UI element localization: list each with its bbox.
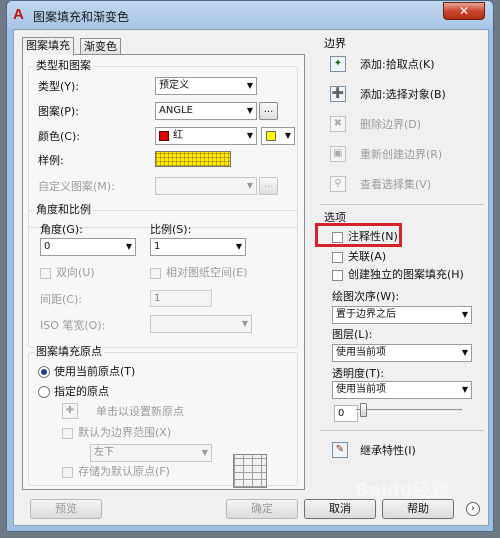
transparency-slider-track[interactable]	[356, 409, 462, 412]
add-select-objects-label[interactable]: 添加:选择对象(B)	[360, 88, 446, 102]
highlight-annotation-box	[315, 223, 402, 247]
relative-paper-space-checkbox[interactable]	[150, 268, 161, 279]
iso-pen-width-label: ISO 笔宽(O):	[40, 319, 106, 332]
transparency-slider-thumb[interactable]	[360, 403, 367, 417]
tab-hatch[interactable]: 图案填充	[22, 37, 74, 55]
separate-hatches-checkbox[interactable]	[332, 270, 343, 281]
recreate-boundary-label[interactable]: 重新创建边界(R)	[360, 148, 442, 162]
transparency-select[interactable]: 使用当前项 ▼	[332, 381, 472, 399]
transparency-label: 透明度(T):	[332, 367, 385, 380]
use-current-origin-label: 使用当前原点(T)	[54, 365, 136, 378]
transparency-value-input[interactable]: 0	[334, 405, 358, 422]
hatch-color-select[interactable]: 红 ▼	[155, 127, 257, 145]
default-extent-label: 默认为边界范围(X)	[78, 426, 172, 439]
spacing-label: 间距(C):	[40, 293, 82, 306]
background-color-select[interactable]: ▼	[261, 127, 295, 145]
view-selection-icon[interactable]: ⚲	[330, 176, 346, 192]
add-pick-points-label[interactable]: 添加:拾取点(K)	[360, 58, 435, 72]
view-selection-label[interactable]: 查看选择集(V)	[360, 178, 431, 192]
chevron-down-icon: ▼	[461, 310, 468, 319]
store-default-origin-label: 存储为默认原点(F)	[78, 465, 170, 478]
divider	[320, 430, 484, 431]
chevron-down-icon: ▼	[125, 242, 132, 251]
yellow-swatch	[266, 131, 276, 141]
autocad-logo-icon: A	[13, 6, 24, 23]
type-label: 类型(Y):	[38, 80, 80, 93]
click-set-origin-label: 单击以设置新原点	[96, 405, 184, 418]
chevron-down-icon: ▼	[246, 131, 253, 140]
specified-origin-radio[interactable]	[38, 386, 50, 398]
window-title: 图案填充和渐变色	[33, 10, 130, 24]
scale-label: 比例(S):	[150, 223, 192, 236]
preview-button[interactable]: 预览	[30, 499, 102, 519]
associative-checkbox[interactable]	[332, 252, 343, 263]
relative-paper-space-label: 相对图纸空间(E)	[166, 266, 248, 279]
scale-select[interactable]: 1 ▼	[150, 238, 246, 256]
remove-boundaries-label[interactable]: 删除边界(D)	[360, 118, 421, 132]
help-button[interactable]: 帮助	[382, 499, 454, 519]
pick-points-icon[interactable]: ✦	[330, 56, 346, 72]
ok-button[interactable]: 确定	[226, 499, 298, 519]
spacing-input[interactable]: 1	[150, 290, 212, 307]
inherit-properties-label[interactable]: 继承特性(I)	[360, 444, 416, 458]
title-bar[interactable]: A 图案填充和渐变色 ✕	[7, 1, 493, 29]
pattern-select[interactable]: ANGLE ▼	[155, 102, 257, 120]
chevron-down-icon: ▼	[201, 448, 208, 457]
remove-boundaries-icon[interactable]: ✖	[330, 116, 346, 132]
draw-order-select[interactable]: 置于边界之后 ▼	[332, 306, 472, 324]
specified-origin-label: 指定的原点	[54, 385, 109, 398]
default-extent-checkbox[interactable]	[62, 428, 73, 439]
color-label: 颜色(C):	[38, 130, 80, 143]
chevron-down-icon: ▼	[241, 319, 248, 328]
origin-preview-image	[233, 454, 267, 488]
chevron-down-icon: ▼	[246, 81, 253, 90]
select-objects-icon[interactable]: ➕	[330, 86, 346, 102]
layer-select[interactable]: 使用当前项 ▼	[332, 344, 472, 362]
custom-pattern-label: 自定义图案(M):	[38, 180, 115, 193]
type-select[interactable]: 预定义 ▼	[155, 77, 257, 95]
boundaries-group-title: 边界	[324, 37, 346, 50]
custom-pattern-browse-button[interactable]: ...	[259, 177, 278, 195]
associative-label: 关联(A)	[348, 250, 387, 263]
double-label: 双向(U)	[56, 266, 95, 279]
chevron-down-icon: ▼	[461, 348, 468, 357]
pattern-label: 图案(P):	[38, 105, 79, 118]
watermark-text: Baidu经验	[355, 480, 449, 501]
dialog-client-area: 图案填充 渐变色 类型和图案 类型(Y): 预定义 ▼ 图案(P): ANGLE ▼…	[13, 29, 489, 526]
iso-pen-width-select[interactable]: ▼	[150, 315, 252, 333]
red-swatch	[159, 131, 169, 141]
pattern-browse-button[interactable]: ...	[259, 102, 278, 120]
expand-arrow-icon[interactable]: ›	[466, 502, 480, 516]
double-checkbox[interactable]	[40, 268, 51, 279]
angle-scale-group-title: 角度和比例	[34, 203, 93, 216]
dialog-window: A 图案填充和渐变色 ✕ 图案填充 渐变色 类型和图案 类型(Y): 预定义 ▼ …	[6, 0, 494, 532]
chevron-down-icon: ▼	[246, 181, 253, 190]
draw-order-label: 绘图次序(W):	[332, 290, 400, 303]
extent-position-select[interactable]: 左下 ▼	[90, 444, 212, 462]
chevron-down-icon: ▼	[461, 385, 468, 394]
sample-label: 样例:	[38, 154, 64, 167]
separate-hatches-label: 创建独立的图案填充(H)	[348, 268, 464, 281]
custom-pattern-select[interactable]: ▼	[155, 177, 257, 195]
inherit-properties-icon[interactable]: ✎	[332, 442, 348, 458]
pattern-sample-swatch[interactable]	[155, 151, 231, 167]
chevron-down-icon: ▼	[284, 131, 291, 140]
store-default-origin-checkbox[interactable]	[62, 467, 73, 478]
hatch-origin-group-title: 图案填充原点	[34, 345, 104, 358]
cancel-button[interactable]: 取消	[304, 499, 376, 519]
type-pattern-group-title: 类型和图案	[34, 59, 93, 72]
divider	[320, 204, 484, 205]
angle-select[interactable]: 0 ▼	[40, 238, 136, 256]
close-button[interactable]: ✕	[443, 2, 485, 20]
chevron-down-icon: ▼	[246, 106, 253, 115]
layer-label: 图层(L):	[332, 328, 373, 341]
angle-label: 角度(G):	[40, 223, 83, 236]
set-origin-icon[interactable]: ✚	[62, 403, 78, 419]
recreate-boundary-icon[interactable]: ▣	[330, 146, 346, 162]
tab-gradient[interactable]: 渐变色	[80, 38, 121, 54]
chevron-down-icon: ▼	[235, 242, 242, 251]
use-current-origin-radio[interactable]	[38, 366, 50, 378]
